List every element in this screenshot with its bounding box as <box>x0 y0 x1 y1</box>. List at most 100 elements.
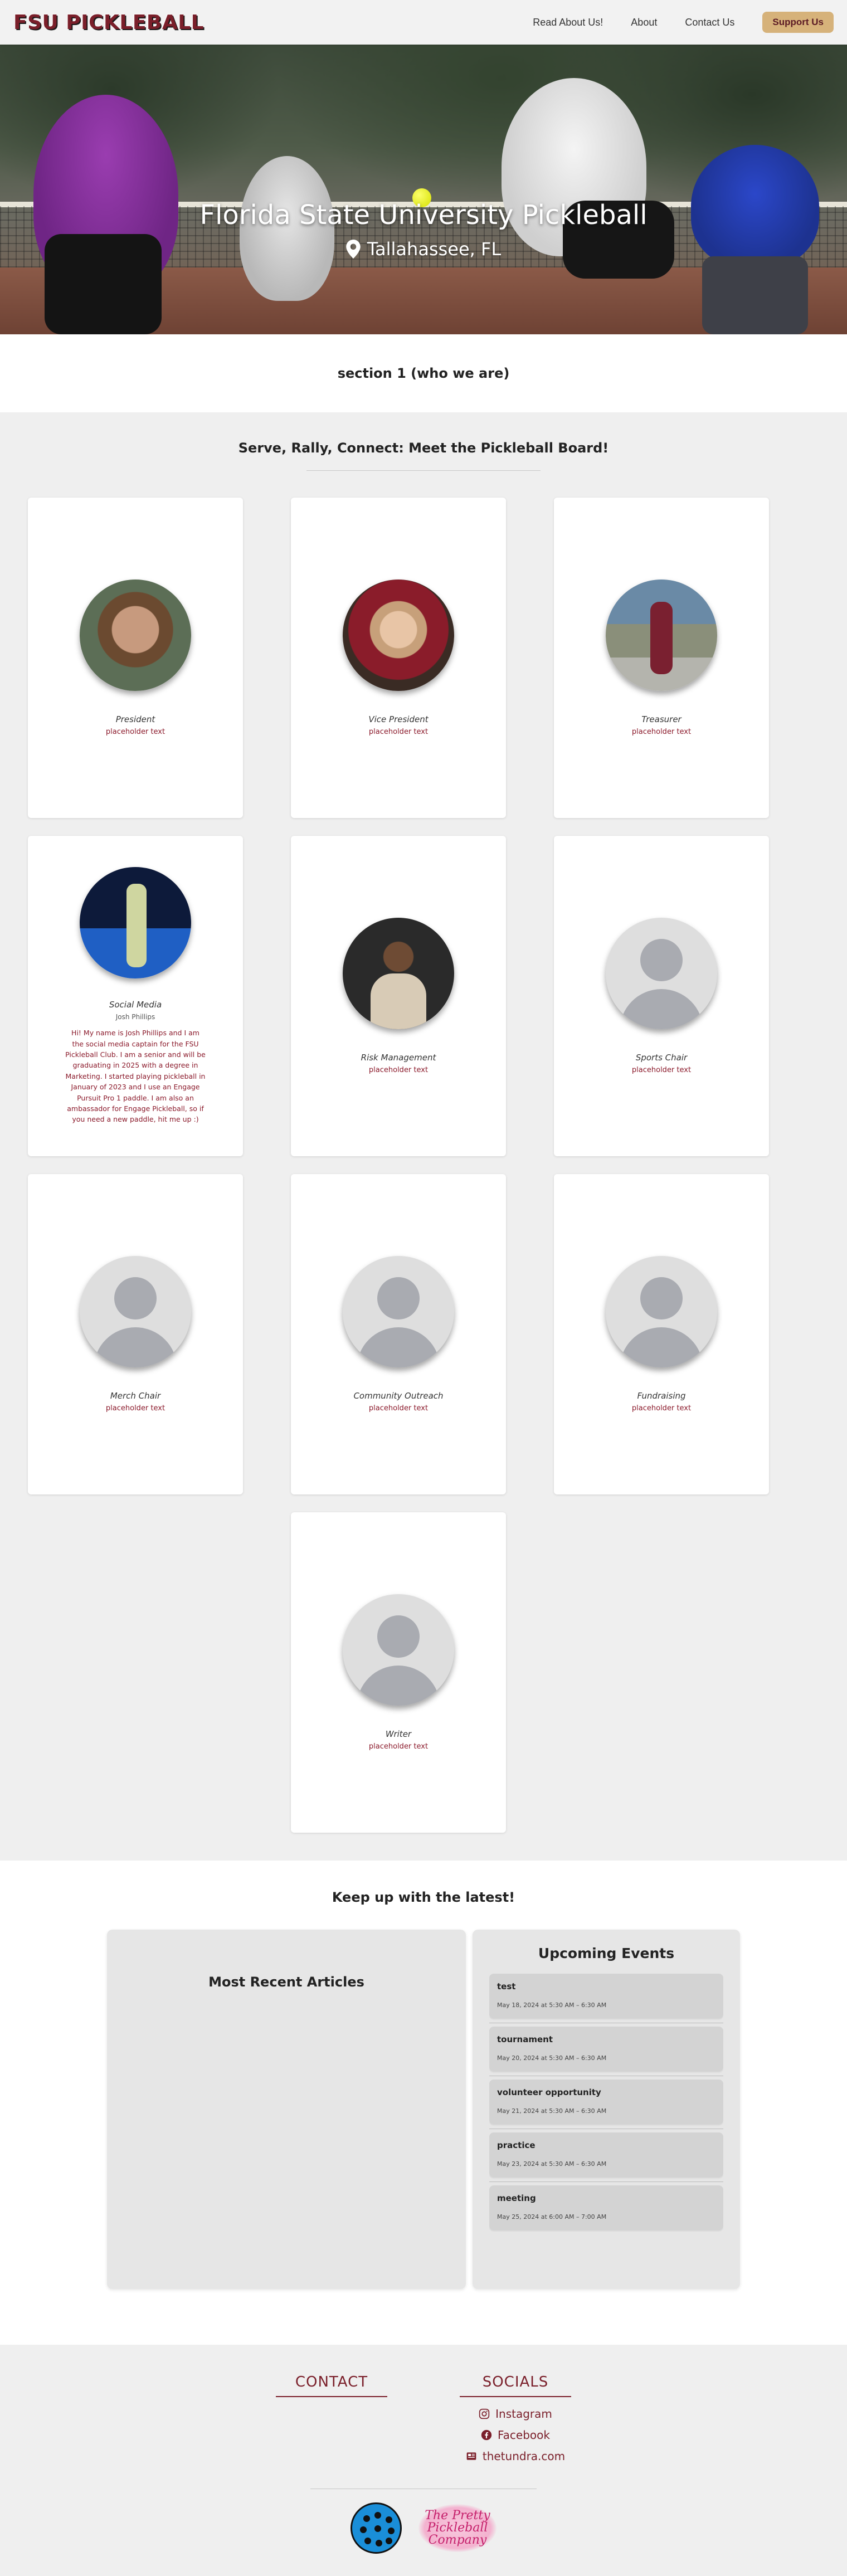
member-role: Vice President <box>368 714 429 724</box>
social-link-tundra[interactable]: thetundra.com <box>460 2450 571 2463</box>
member-bio: Hi! My name is Josh Phillips and I am th… <box>65 1029 206 1124</box>
social-media-photo <box>80 867 191 979</box>
who-we-are-title: section 1 (who we are) <box>337 366 510 381</box>
hero-location-text: Tallahassee, FL <box>367 238 502 260</box>
upcoming-events-title: Upcoming Events <box>538 1945 675 1961</box>
social-label: thetundra.com <box>482 2450 566 2463</box>
member-role: Merch Chair <box>110 1391 161 1401</box>
instagram-icon <box>479 2408 490 2419</box>
hero-location: Tallahassee, FL <box>0 238 847 260</box>
recent-articles-title: Most Recent Articles <box>208 1974 364 1990</box>
hero-text: Florida State University Pickleball Tall… <box>0 199 847 260</box>
member-text: placeholder text <box>368 1404 429 1413</box>
event-date: May 25, 2024 at 6:00 AM – 7:00 AM <box>497 2213 607 2220</box>
support-us-button[interactable]: Support Us <box>762 12 834 33</box>
board-title: Serve, Rally, Connect: Meet the Pickleba… <box>238 440 609 456</box>
pickleball-logo-icon[interactable] <box>351 2502 402 2554</box>
main-nav: Read About Us! About Contact Us Support … <box>533 12 834 33</box>
member-text: placeholder text <box>631 1404 692 1413</box>
socials-column: SOCIALS Instagram Facebook thetundra.com <box>460 2374 571 2463</box>
event-title: tournament <box>497 2034 553 2044</box>
hero-banner: Florida State University Pickleball Tall… <box>0 45 847 334</box>
member-role: Sports Chair <box>635 1053 688 1063</box>
social-label: Instagram <box>495 2407 552 2421</box>
event-date: May 21, 2024 at 5:30 AM – 6:30 AM <box>497 2107 607 2115</box>
event-separator <box>489 2181 723 2182</box>
member-text: placeholder text <box>631 728 692 736</box>
member-card-social-media: Social Media Josh Phillips Hi! My name i… <box>28 836 243 1156</box>
recent-articles-panel: Most Recent Articles <box>107 1930 466 2289</box>
nav-read-about-us[interactable]: Read About Us! <box>533 17 603 28</box>
default-avatar-icon <box>80 1256 191 1367</box>
player-grey-shorts <box>702 256 808 334</box>
hero-title: Florida State University Pickleball <box>199 199 648 231</box>
event-title: meeting <box>497 2193 536 2203</box>
board-grid: President placeholder text Vice Presiden… <box>28 498 819 1833</box>
social-label: Facebook <box>498 2428 550 2442</box>
member-text: placeholder text <box>105 728 165 736</box>
member-role: Writer <box>385 1729 412 1739</box>
location-pin-icon <box>346 240 361 259</box>
event-item[interactable]: test May 18, 2024 at 5:30 AM – 6:30 AM <box>489 1974 723 2018</box>
default-avatar-icon <box>606 918 717 1029</box>
footer-columns: CONTACT SOCIALS Instagram Facebook thetu… <box>0 2374 847 2463</box>
member-card-vice-president: Vice President placeholder text <box>291 498 506 818</box>
latest-title: Keep up with the latest! <box>332 1890 515 1905</box>
member-card-fundraising: Fundraising placeholder text <box>554 1174 769 1494</box>
event-date: May 18, 2024 at 5:30 AM – 6:30 AM <box>497 2002 607 2009</box>
member-card-risk-management: Risk Management placeholder text <box>291 836 506 1156</box>
default-avatar-icon <box>343 1256 454 1367</box>
event-title: volunteer opportunity <box>497 2087 601 2097</box>
member-text: placeholder text <box>631 1066 692 1074</box>
latest-panels: Most Recent Articles Upcoming Events tes… <box>107 1930 740 2289</box>
event-item[interactable]: volunteer opportunity May 21, 2024 at 5:… <box>489 2080 723 2124</box>
member-role: President <box>115 714 155 724</box>
board-section: Serve, Rally, Connect: Meet the Pickleba… <box>0 412 847 1861</box>
nav-contact-us[interactable]: Contact Us <box>685 17 734 28</box>
site-footer: CONTACT SOCIALS Instagram Facebook thetu… <box>0 2345 847 2576</box>
event-title: test <box>497 1981 516 1991</box>
member-role: Risk Management <box>361 1053 436 1063</box>
board-divider <box>306 470 541 471</box>
member-role: Fundraising <box>637 1391 686 1401</box>
default-avatar-icon <box>606 1256 717 1367</box>
member-role: Community Outreach <box>353 1391 444 1401</box>
latest-section: Keep up with the latest! Most Recent Art… <box>0 1861 847 2345</box>
contact-title: CONTACT <box>276 2374 387 2397</box>
treasurer-photo <box>606 580 717 691</box>
contact-column: CONTACT <box>276 2374 387 2463</box>
member-role: Treasurer <box>641 714 682 724</box>
upcoming-events-panel: Upcoming Events test May 18, 2024 at 5:3… <box>473 1930 740 2289</box>
president-photo <box>80 580 191 691</box>
event-list[interactable]: test May 18, 2024 at 5:30 AM – 6:30 AM t… <box>489 1974 723 2265</box>
event-item[interactable]: practice May 23, 2024 at 5:30 AM – 6:30 … <box>489 2132 723 2177</box>
member-role: Social Media <box>109 1000 162 1010</box>
member-card-community-outreach: Community Outreach placeholder text <box>291 1174 506 1494</box>
site-header: FSU PICKLEBALL Read About Us! About Cont… <box>0 0 847 45</box>
member-text: placeholder text <box>105 1404 165 1413</box>
member-card-treasurer: Treasurer placeholder text <box>554 498 769 818</box>
event-title: practice <box>497 2140 536 2150</box>
social-link-instagram[interactable]: Instagram <box>460 2407 571 2421</box>
newspaper-icon <box>466 2452 476 2460</box>
footer-logos: The Pretty Pickleball Company <box>0 2502 847 2554</box>
socials-title: SOCIALS <box>460 2374 571 2397</box>
member-text: placeholder text <box>368 1066 429 1074</box>
member-name: Josh Phillips <box>115 1013 155 1021</box>
facebook-icon <box>481 2429 492 2441</box>
vice-president-photo <box>343 580 454 691</box>
site-logo[interactable]: FSU PICKLEBALL <box>13 11 204 34</box>
nav-about[interactable]: About <box>631 17 657 28</box>
member-card-president: President placeholder text <box>28 498 243 818</box>
social-link-facebook[interactable]: Facebook <box>460 2428 571 2442</box>
member-text: placeholder text <box>368 728 429 736</box>
default-avatar-icon <box>343 1594 454 1706</box>
event-item[interactable]: meeting May 25, 2024 at 6:00 AM – 7:00 A… <box>489 2185 723 2230</box>
member-card-sports-chair: Sports Chair placeholder text <box>554 836 769 1156</box>
pretty-pickleball-logo[interactable]: The Pretty Pickleball Company <box>418 2504 496 2552</box>
member-text: placeholder text <box>368 1742 429 1751</box>
member-card-writer: Writer placeholder text <box>291 1512 506 1833</box>
event-item[interactable]: tournament May 20, 2024 at 5:30 AM – 6:3… <box>489 2027 723 2071</box>
event-date: May 20, 2024 at 5:30 AM – 6:30 AM <box>497 2054 607 2062</box>
risk-management-photo <box>343 918 454 1029</box>
